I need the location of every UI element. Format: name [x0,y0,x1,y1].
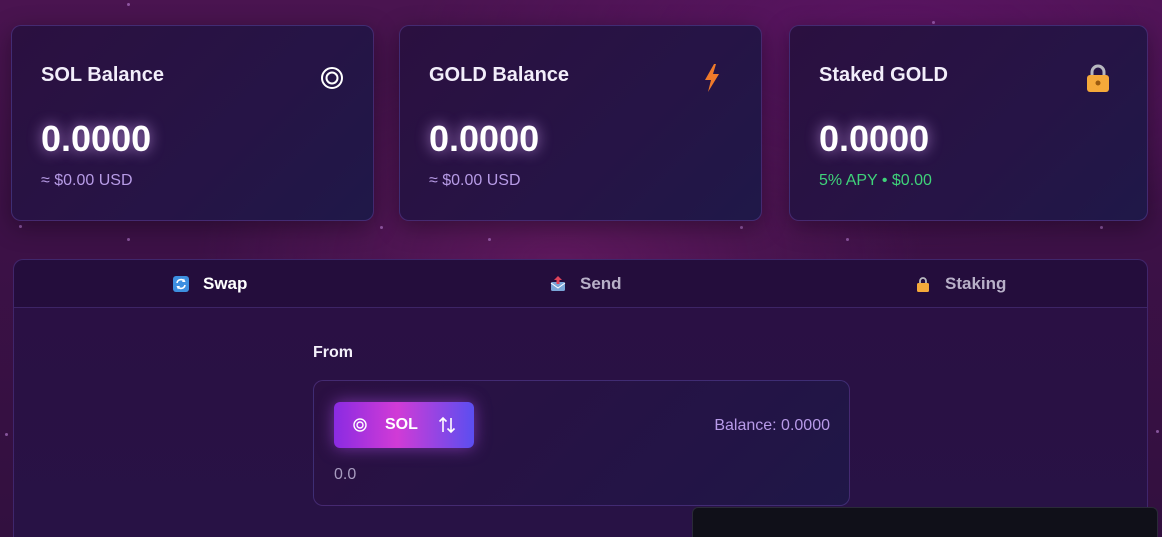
background-dot [380,226,383,229]
background-dot [127,238,130,241]
token-label: SOL [385,416,418,433]
balance-text: Balance: 0.0000 [714,417,830,434]
send-icon [550,276,566,292]
lock-icon [1084,62,1112,94]
card-value: 0.0000 [41,118,152,159]
tab-label: Swap [203,274,248,293]
tab-bar: Swap Send Staking [14,260,1147,308]
card-subtext: ≈ $0.00 USD [429,172,521,189]
staked-gold-card: Staked GOLD 0.0000 5% APY • $0.00 [789,25,1148,221]
swap-icon [173,276,189,292]
card-title: SOL Balance [41,64,165,86]
swap-arrows-icon [438,416,456,434]
card-title: GOLD Balance [429,64,570,86]
lightning-icon [698,62,726,94]
sol-ring-icon [353,418,367,432]
swap-panel: Swap Send Staking From SOL Balance: 0.00… [13,259,1148,537]
lock-icon [915,276,931,292]
card-subtext: ≈ $0.00 USD [41,172,133,189]
background-dot [1100,226,1103,229]
amount-input[interactable] [334,463,634,487]
tab-staking[interactable]: Staking [915,260,1006,308]
card-value: 0.0000 [819,118,930,159]
background-dot [19,225,22,228]
sol-ring-icon [318,62,346,94]
overlay-panel [692,507,1158,537]
from-token-box: SOL Balance: 0.0000 [313,380,850,506]
background-dot [1156,430,1159,433]
card-subtext: 5% APY • $0.00 [819,172,932,189]
sol-balance-card: SOL Balance 0.0000 ≈ $0.00 USD [11,25,374,221]
tab-label: Staking [945,274,1007,293]
card-value: 0.0000 [429,118,540,159]
background-dot [488,238,491,241]
tab-swap[interactable]: Swap [173,260,247,308]
background-dot [127,3,130,6]
from-label: From [313,344,353,361]
background-dot [740,226,743,229]
tab-label: Send [580,274,622,293]
background-dot [5,433,8,436]
background-dot [932,21,935,24]
tab-send[interactable]: Send [550,260,622,308]
token-select-button[interactable]: SOL [334,402,474,448]
background-dot [846,238,849,241]
gold-balance-card: GOLD Balance 0.0000 ≈ $0.00 USD [399,25,762,221]
card-title: Staked GOLD [819,64,948,86]
